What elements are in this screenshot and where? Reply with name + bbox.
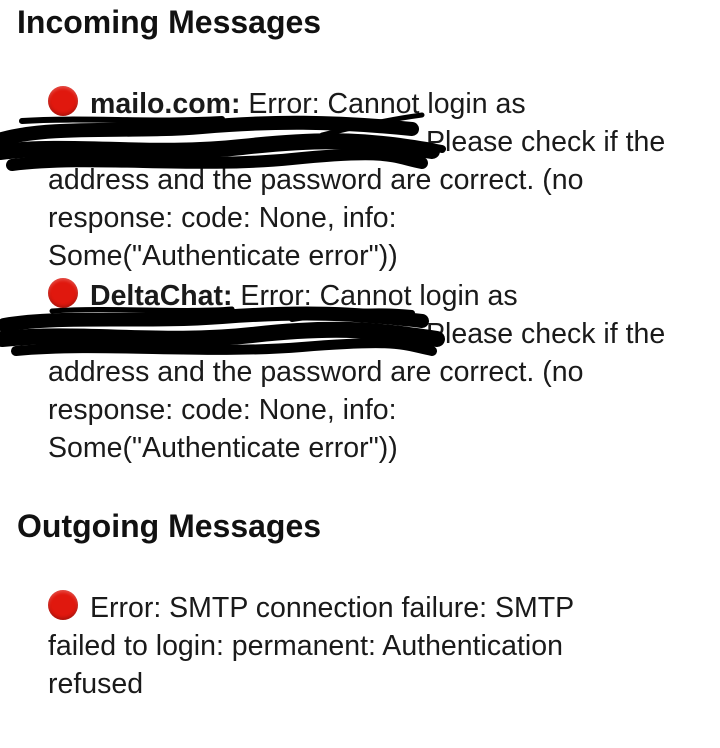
- error-text-line: Error: Cannot login as: [240, 88, 526, 120]
- incoming-status-entry: mailo.com: Error: Cannot login as Please…: [48, 85, 708, 275]
- outgoing-status-entry: Error: SMTP connection failure: SMTP fai…: [48, 589, 708, 703]
- error-text-line: address and the password are correct. (n…: [48, 164, 584, 196]
- red-status-dot-icon: [48, 278, 78, 308]
- outgoing-messages-heading: Outgoing Messages: [17, 508, 322, 544]
- red-status-dot-icon: [48, 590, 78, 620]
- error-text-line: response: code: None, info:: [48, 394, 397, 426]
- error-text-line: address and the password are correct. (n…: [48, 356, 584, 388]
- error-text-line: Some("Authenticate error")): [48, 432, 398, 464]
- incoming-messages-heading: Incoming Messages: [17, 4, 322, 40]
- error-text-line: Error: SMTP connection failure: SMTP: [90, 592, 575, 624]
- error-text-line: response: code: None, info:: [48, 202, 397, 234]
- error-text-line: Please check if the: [426, 126, 666, 158]
- error-text-line: Please check if the: [426, 318, 666, 350]
- red-status-dot-icon: [48, 86, 78, 116]
- incoming-status-entry: DeltaChat: Error: Cannot login as Please…: [48, 277, 708, 467]
- error-text-line: refused: [48, 668, 144, 700]
- error-text-line: failed to login: permanent: Authenticati…: [48, 630, 563, 662]
- account-name: DeltaChat:: [90, 280, 233, 312]
- error-text-line: Some("Authenticate error")): [48, 240, 398, 272]
- account-name: mailo.com:: [90, 88, 241, 120]
- error-text-line: Error: Cannot login as: [232, 280, 518, 312]
